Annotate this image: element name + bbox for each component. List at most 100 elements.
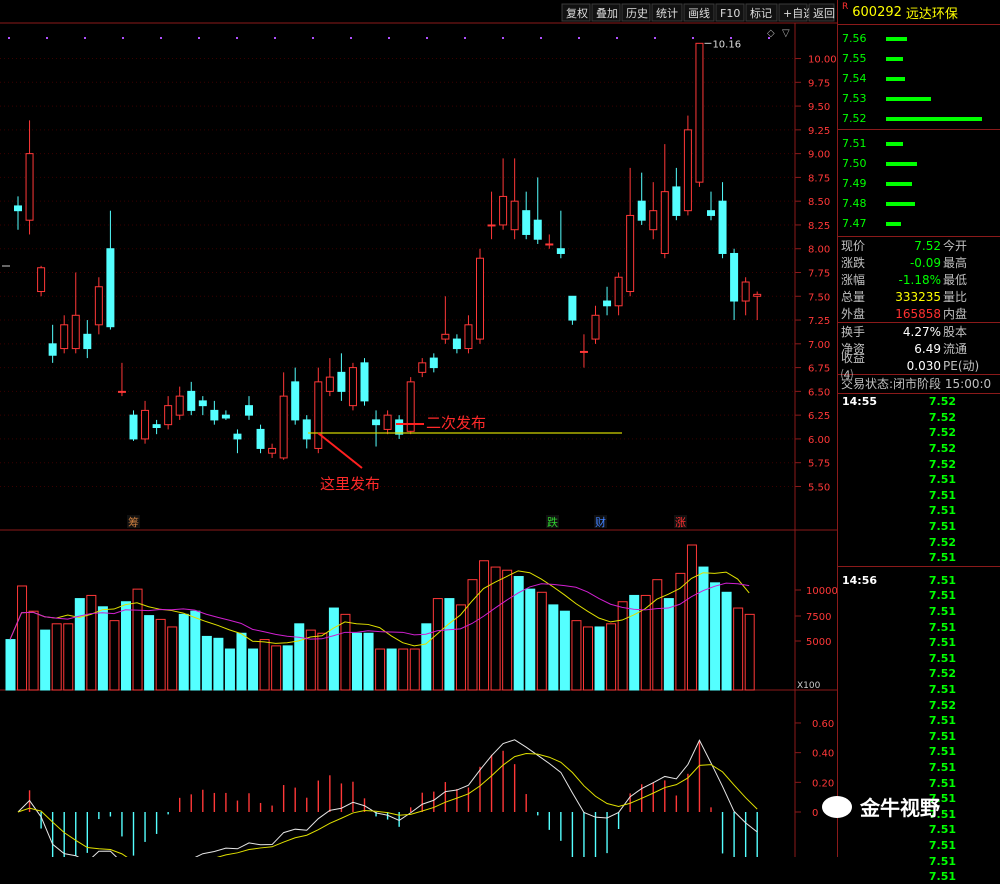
- toolbar-button-6[interactable]: 标记: [750, 6, 772, 20]
- tick-row: 7.51: [838, 472, 1000, 488]
- tick-row: 7.52: [838, 410, 1000, 426]
- candle-body: [383, 414, 392, 430]
- volume-bar: [571, 620, 582, 691]
- price-tick-label: 8.00: [808, 245, 830, 256]
- tick-price: 7.51: [928, 870, 956, 884]
- ask-level: 7.53: [838, 89, 1000, 109]
- stock-code[interactable]: 600292: [852, 5, 902, 20]
- tick-price: 7.52: [928, 426, 956, 440]
- event-tag-1: 跌: [547, 515, 558, 529]
- tick-row: 7.51: [838, 760, 1000, 776]
- quote-row: 涨跌 -0.09 最高: [838, 254, 1000, 271]
- marker-dot: [160, 37, 162, 39]
- level-price: 7.48: [842, 197, 867, 210]
- marker-dot: [502, 37, 504, 39]
- candle-body: [464, 324, 473, 350]
- level-volume-bar: [886, 142, 904, 146]
- candle-body: [429, 357, 438, 369]
- tick-row: 7.52: [838, 456, 1000, 472]
- price-tick-label: 5.75: [808, 459, 830, 470]
- volume-bar: [28, 610, 39, 691]
- tick-price: 7.51: [928, 573, 956, 587]
- volume-tick-label: 10000: [806, 586, 837, 597]
- toolbar-button-0[interactable]: 复权: [566, 6, 588, 20]
- marker-dot: [350, 37, 352, 39]
- level-volume-bar: [886, 222, 902, 226]
- kline-chart[interactable]: 复权 叠加 历史 统计 画线 F10 标记 +自选返回◇ ▽10.009.759.509.259…: [0, 0, 837, 857]
- volume-bar: [559, 610, 570, 691]
- price-tick-label: 9.75: [808, 78, 830, 89]
- tick-row: 7.51: [838, 588, 1000, 604]
- tick-row: 7.51: [838, 503, 1000, 519]
- volume-tick-label: 7500: [806, 612, 831, 623]
- tick-row: 7.51: [838, 838, 1000, 854]
- level-price: 7.53: [842, 92, 867, 105]
- chart-bg: [0, 0, 837, 857]
- candle-body: [568, 295, 577, 321]
- quote-label: 外盘: [841, 307, 866, 321]
- price-tick-label: 10.00: [808, 55, 837, 66]
- annotation-first-release: 这里发布: [320, 475, 380, 493]
- price-tick-label: 7.75: [808, 269, 830, 280]
- volume-bar: [363, 632, 374, 691]
- bid-level: 7.49: [838, 174, 1000, 194]
- candle-body: [730, 252, 739, 302]
- volume-bar: [744, 613, 755, 691]
- level-volume-bar: [886, 202, 915, 206]
- volume-bar: [583, 626, 593, 691]
- ask-level: 7.54: [838, 69, 1000, 89]
- volume-bar: [710, 582, 721, 691]
- price-tick-label: 6.00: [808, 435, 830, 446]
- ask-level: 7.52: [838, 109, 1000, 129]
- candle-body: [94, 286, 103, 326]
- level-price: 7.49: [842, 177, 867, 190]
- ask-levels: 7.56 7.55 7.54 7.53 7.52: [838, 25, 1000, 129]
- toolbar-button-4[interactable]: 画线: [688, 6, 710, 20]
- price-tick-label: 9.50: [808, 102, 830, 113]
- fund-row: 收益⑷ 0.030 PE(动): [838, 351, 1000, 382]
- tick-row: 7.52: [838, 697, 1000, 713]
- toolbar-button-3[interactable]: 统计: [656, 7, 678, 20]
- kline-chart-area[interactable]: 复权 叠加 历史 统计 画线 F10 标记 +自选 返回 ◇ ▽ 10.00 9.75 9.50 9.25 9…: [0, 0, 837, 857]
- volume-bar: [294, 623, 305, 691]
- trade-status: 交易状态:闭市阶段 15:00:0: [838, 374, 1000, 393]
- tick-row: 7.51: [838, 853, 1000, 869]
- marker-dot: [426, 37, 428, 39]
- price-tick-label: 5.50: [808, 482, 830, 493]
- bid-level: 7.51: [838, 134, 1000, 154]
- fund-value: 6.49: [914, 341, 941, 356]
- quote-value: -1.18%: [898, 272, 941, 287]
- volume-bar: [513, 576, 524, 691]
- toolbar-button-5[interactable]: F10: [720, 7, 740, 20]
- candle-body: [83, 333, 92, 350]
- toolbar-button-1[interactable]: 叠加: [596, 7, 618, 20]
- volume-bar: [51, 623, 62, 691]
- tick-price: 7.51: [928, 636, 956, 650]
- stock-name[interactable]: 远达环保: [906, 3, 958, 22]
- candle-body: [60, 324, 69, 350]
- marker-dot: [692, 37, 694, 39]
- price-tick-label: 9.00: [808, 150, 830, 161]
- level-price: 7.54: [842, 72, 867, 85]
- tick-time: 14:55: [842, 395, 878, 409]
- toolbar-button-2[interactable]: 历史: [626, 7, 648, 20]
- event-tag-2: 财: [595, 515, 606, 529]
- tick-row: 7.51: [838, 775, 1000, 791]
- tick-row: 7.51: [838, 744, 1000, 760]
- tick-row: 7.51: [838, 488, 1000, 504]
- level-price: 7.55: [842, 52, 867, 65]
- candle-body: [175, 395, 184, 416]
- volume-bar: [86, 594, 97, 691]
- volume-bar: [236, 632, 247, 691]
- toolbar-button-8[interactable]: 返回: [813, 7, 835, 20]
- event-tag-0: 筹: [128, 515, 139, 529]
- macd-tick-label: 0: [812, 808, 818, 819]
- quote-label: 内盘: [943, 307, 968, 321]
- tick-row: 7.52: [838, 425, 1000, 441]
- tick-price: 7.51: [928, 745, 956, 759]
- volume-bar: [248, 648, 259, 691]
- tick-price: 7.51: [928, 488, 956, 502]
- volume-bar: [479, 560, 490, 691]
- candle-body: [395, 419, 404, 435]
- candle-body: [210, 409, 219, 421]
